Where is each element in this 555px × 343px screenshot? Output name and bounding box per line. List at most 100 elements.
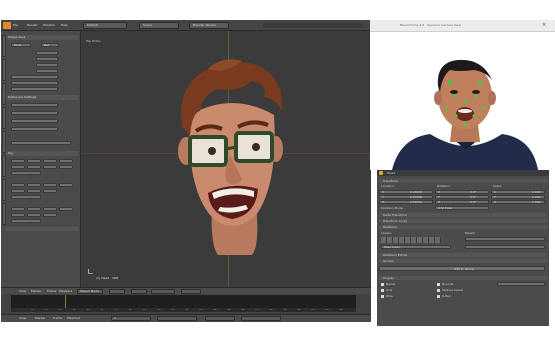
sync-mode-field[interactable]	[241, 316, 281, 321]
tools-button[interactable]: Tools	[11, 43, 31, 47]
rig-section-header[interactable]: Rig	[6, 151, 78, 156]
scale-y-field[interactable]: Y 1.000	[491, 195, 545, 199]
ref-button[interactable]: Ref	[41, 43, 59, 47]
rig-button-e1[interactable]	[11, 207, 25, 211]
cartoon-head-model[interactable]	[172, 55, 292, 261]
rig-button-f1[interactable]	[11, 213, 25, 217]
rig-button-e3[interactable]	[43, 207, 57, 211]
rig-button-d2[interactable]	[27, 189, 41, 193]
rig-button-a2[interactable]	[27, 159, 41, 163]
menu-window[interactable]: Window	[43, 24, 55, 27]
rig-field-1[interactable]	[11, 171, 41, 175]
rotation-z-field[interactable]: Z 0.0°	[435, 200, 489, 204]
shape-field-5[interactable]	[11, 75, 58, 79]
rig-button-b3[interactable]	[43, 165, 57, 169]
shape-field-4[interactable]	[36, 69, 58, 73]
location-z-field[interactable]: Z 0.00000	[379, 200, 433, 204]
rig-button-b4[interactable]	[59, 165, 73, 169]
shelf-tab-options[interactable]	[2, 203, 6, 225]
rig-button-a1[interactable]	[11, 159, 25, 163]
shape-keys-section-header[interactable]: Shape Keys	[6, 35, 78, 40]
rig-field-3[interactable]	[11, 219, 41, 223]
rotation-mode-select[interactable]: XYZ Euler	[435, 206, 489, 210]
frame-range-field[interactable]: 1	[111, 316, 151, 321]
header-menu-add[interactable]: Frame	[47, 290, 56, 293]
rig-button-a4[interactable]	[59, 159, 73, 163]
shading-button[interactable]	[109, 289, 125, 294]
shape-field-7[interactable]	[11, 87, 58, 91]
rig-button-d3[interactable]	[43, 189, 57, 193]
display-bounds-checkbox[interactable]	[437, 283, 440, 286]
keying-set-field[interactable]	[205, 316, 235, 321]
layer-buttons[interactable]	[181, 289, 201, 294]
transform-locks-section-header[interactable]: Transform Locks	[379, 219, 547, 223]
close-icon[interactable]: ×	[542, 23, 546, 28]
ref-field-5[interactable]	[11, 141, 71, 145]
ref-field-4[interactable]	[11, 127, 58, 131]
shape-field-1[interactable]	[36, 51, 58, 55]
rig-button-e2[interactable]	[27, 207, 41, 211]
menu-help[interactable]: Help	[61, 24, 68, 27]
parent-field[interactable]	[465, 237, 545, 241]
rotation-y-field[interactable]: Y 0.0°	[435, 195, 489, 199]
rig-button-b2[interactable]	[27, 165, 41, 169]
ref-field-1[interactable]	[11, 103, 58, 107]
rig-button-c2[interactable]	[27, 183, 41, 187]
rig-button-d1[interactable]	[11, 189, 25, 193]
rig-button-c3[interactable]	[43, 183, 57, 187]
delta-transform-section-header[interactable]: Delta Transform	[379, 213, 547, 217]
timeline-menu-view[interactable]: View	[19, 317, 26, 320]
rig-button-f3[interactable]	[43, 213, 57, 217]
location-y-field[interactable]: Y 0.00000	[379, 195, 433, 199]
scene-selector[interactable]: Scene	[139, 22, 179, 29]
global-button[interactable]	[151, 289, 175, 294]
display-texture-space-checkbox[interactable]	[437, 289, 440, 292]
rig-field-2[interactable]	[11, 195, 41, 199]
header-menu-select[interactable]: Marker	[31, 290, 41, 293]
header-menu-view[interactable]: View	[19, 290, 26, 293]
layer-grid[interactable]	[381, 237, 441, 243]
rig-button-c4[interactable]	[59, 183, 73, 187]
display-xray-checkbox[interactable]	[437, 295, 440, 298]
add-to-group-button[interactable]: Add to Group	[379, 266, 545, 271]
menu-file[interactable]: File	[13, 24, 18, 27]
display-type-select[interactable]	[497, 282, 545, 286]
rig-button-a3[interactable]	[43, 159, 57, 163]
timeline-menu-marker[interactable]: Marker	[35, 317, 45, 320]
mode-selector[interactable]: Object Mode	[77, 289, 103, 294]
playback-controls[interactable]	[157, 316, 197, 321]
pivot-button[interactable]	[131, 289, 147, 294]
reference-settings-section-header[interactable]: Reference Settings	[6, 95, 78, 100]
layout-selector[interactable]: Default	[83, 22, 127, 29]
shelf-tab-misc[interactable]	[2, 179, 6, 201]
relations-extras-section-header[interactable]: Relations Extras	[379, 253, 547, 257]
display-wire-checkbox[interactable]	[381, 295, 384, 298]
shape-field-2[interactable]	[36, 57, 58, 61]
menu-render[interactable]: Render	[27, 24, 38, 27]
scale-x-field[interactable]: X 1.000	[491, 190, 545, 194]
rig-button-f2[interactable]	[27, 213, 41, 217]
rig-button-b1[interactable]	[11, 165, 25, 169]
shelf-tab-relations[interactable]	[2, 83, 6, 105]
groups-section-header[interactable]: Groups	[379, 259, 547, 263]
relations-section-header[interactable]: Relations	[379, 225, 547, 229]
render-engine-selector[interactable]: Blender Render	[189, 22, 229, 29]
timeline-menu-frame[interactable]: Frame	[53, 317, 62, 320]
rig-button-e4[interactable]	[59, 207, 73, 211]
display-section-header[interactable]: Display	[379, 276, 547, 280]
blender-logo-icon[interactable]	[3, 22, 11, 29]
shape-field-3[interactable]	[36, 63, 58, 67]
shelf-tab-animation[interactable]	[2, 107, 6, 129]
header-menu-object[interactable]: Playback	[59, 290, 72, 293]
transform-section-header[interactable]: Transform	[379, 179, 547, 183]
ref-field-3[interactable]	[11, 119, 58, 123]
timeline-strip[interactable]: 0 10 20 30 40 50 60 70 80 90 100 110 120…	[11, 295, 356, 312]
shelf-tab-grease[interactable]	[2, 155, 6, 177]
display-axis-checkbox[interactable]	[381, 289, 384, 292]
timeline-menu-playback[interactable]: Playback	[67, 317, 80, 320]
ref-field-2[interactable]	[11, 111, 58, 115]
rotation-x-field[interactable]: X 0.0°	[435, 190, 489, 194]
parent-type-field[interactable]	[465, 245, 545, 249]
shelf-tab-create[interactable]	[2, 59, 6, 81]
location-x-field[interactable]: X 0.00000	[379, 190, 433, 194]
